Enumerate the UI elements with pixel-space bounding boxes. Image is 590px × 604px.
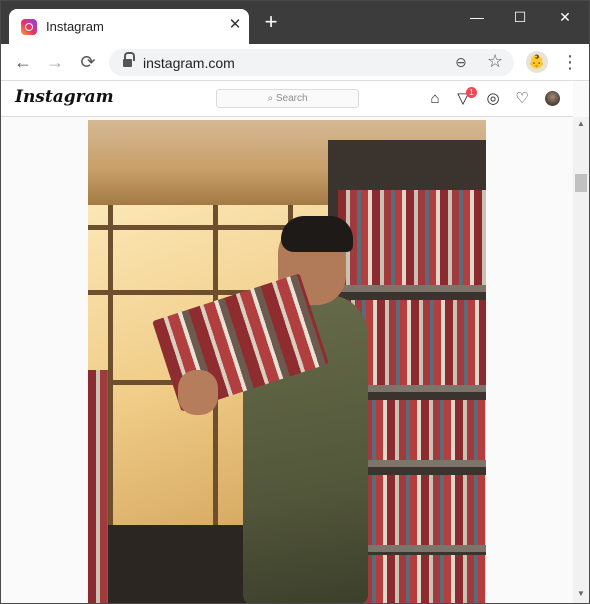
lock-icon bbox=[123, 52, 135, 67]
tab-strip: Instagram ✕ + — ☐ ✕ bbox=[1, 1, 589, 45]
book-row bbox=[338, 190, 486, 285]
search-input[interactable]: ⌕ Search bbox=[216, 89, 359, 108]
activity-heart-icon[interactable]: ♡ bbox=[513, 90, 531, 108]
book-row bbox=[88, 370, 108, 603]
notification-badge: 1 bbox=[466, 87, 477, 98]
zoom-icon[interactable]: ⊖ bbox=[455, 54, 467, 71]
scroll-down-arrow-icon[interactable]: ▼ bbox=[573, 587, 589, 601]
new-tab-button[interactable]: + bbox=[261, 11, 281, 33]
person-hair bbox=[281, 216, 353, 252]
maximize-button[interactable]: ☐ bbox=[505, 7, 535, 27]
reload-button[interactable]: ⟳ bbox=[77, 51, 99, 73]
close-window-button[interactable]: ✕ bbox=[550, 7, 580, 27]
browser-profile-avatar[interactable]: 👶 bbox=[526, 51, 548, 73]
bookmark-star-icon[interactable]: ☆ bbox=[487, 51, 503, 72]
browser-menu-icon[interactable]: ⋮ bbox=[561, 51, 579, 73]
profile-avatar[interactable] bbox=[545, 91, 560, 106]
shelf-board bbox=[333, 285, 486, 292]
explore-icon[interactable]: ◎ bbox=[484, 90, 502, 108]
close-tab-icon[interactable]: ✕ bbox=[227, 17, 243, 33]
url-text[interactable]: instagram.com bbox=[143, 55, 235, 71]
tab-instagram[interactable]: Instagram ✕ bbox=[9, 9, 249, 45]
instagram-favicon-icon bbox=[21, 19, 37, 35]
book-row bbox=[353, 555, 486, 603]
instagram-header: Instagram ⌕ Search ⌂ ▽ 1 ◎ ♡ bbox=[1, 81, 573, 117]
search-icon: ⌕ bbox=[267, 93, 274, 104]
browser-toolbar: ← → ⟳ instagram.com ⊖ ☆ 👶 ⋮ bbox=[1, 44, 589, 81]
home-icon[interactable]: ⌂ bbox=[426, 90, 444, 108]
page-scrollbar[interactable]: ▲ ▼ bbox=[573, 117, 589, 603]
tab-title: Instagram bbox=[46, 19, 104, 34]
book-row bbox=[353, 400, 486, 460]
minimize-button[interactable]: — bbox=[462, 7, 492, 27]
search-placeholder: Search bbox=[275, 93, 308, 104]
browser-window: Instagram ✕ + — ☐ ✕ ← → ⟳ instagram.com … bbox=[0, 0, 590, 604]
address-bar[interactable]: instagram.com ⊖ ☆ bbox=[109, 49, 514, 76]
window-frame bbox=[108, 205, 113, 525]
scrollbar-thumb[interactable] bbox=[575, 174, 587, 192]
book-row bbox=[353, 475, 486, 545]
person-hand bbox=[178, 370, 218, 415]
back-button[interactable]: ← bbox=[12, 51, 34, 73]
scroll-up-arrow-icon[interactable]: ▲ bbox=[573, 117, 589, 131]
post-photo[interactable] bbox=[88, 120, 486, 603]
instagram-logo[interactable]: Instagram bbox=[15, 87, 114, 107]
feed-content bbox=[1, 117, 573, 603]
forward-button[interactable]: → bbox=[44, 51, 66, 73]
